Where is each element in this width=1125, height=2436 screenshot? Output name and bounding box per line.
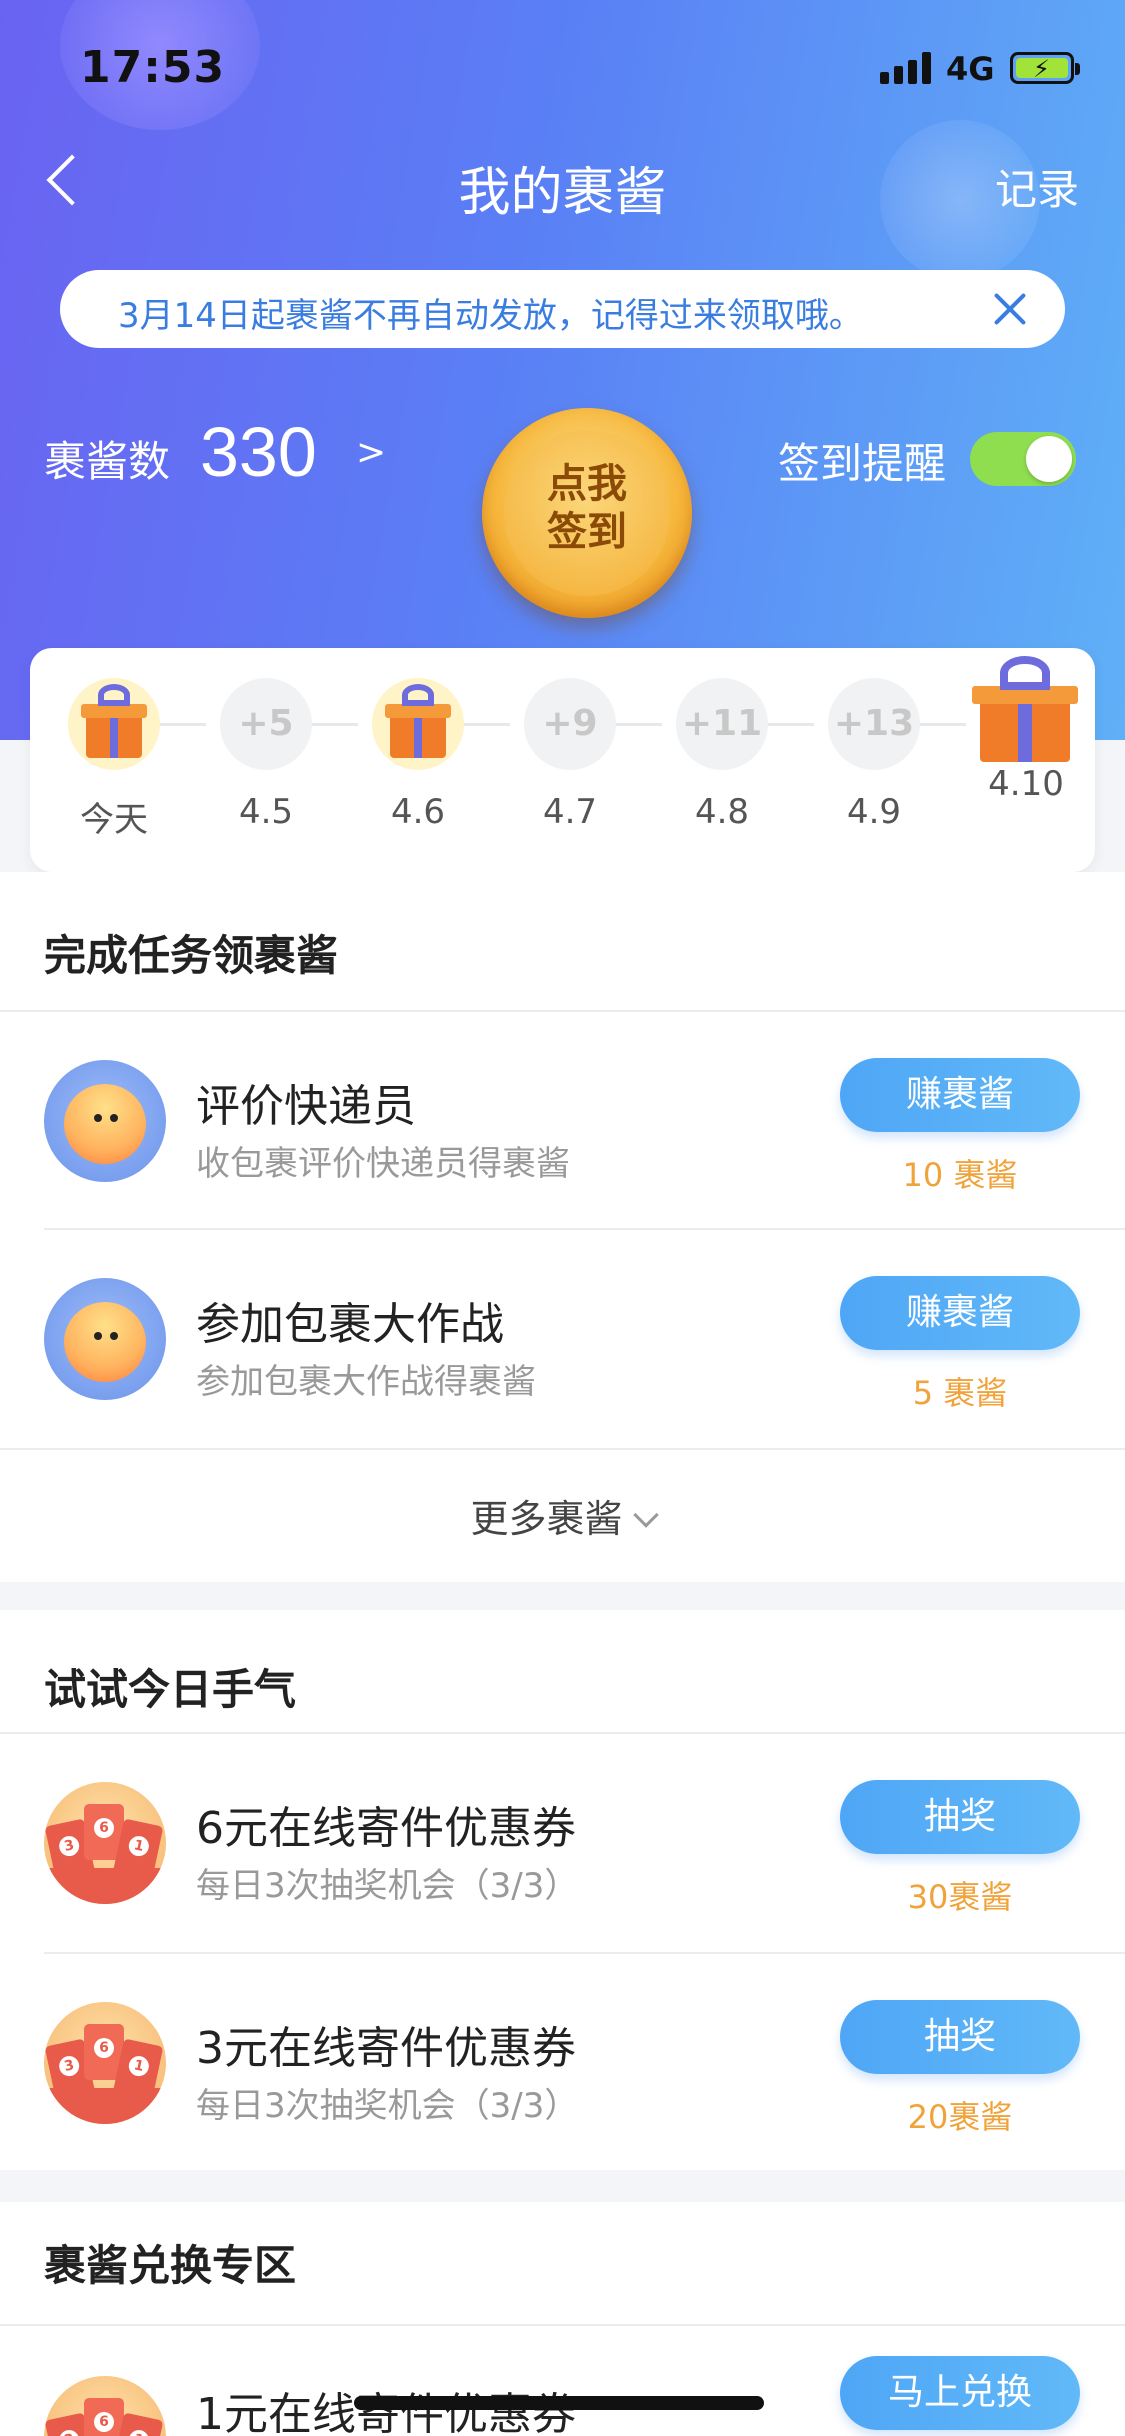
day-bonus: +9 xyxy=(524,678,616,770)
notice-text: 3月14日起裹酱不再自动发放，记得过来领取哦。 xyxy=(118,296,863,336)
points-label: 裹酱数 xyxy=(44,437,171,486)
connector-line xyxy=(768,723,814,726)
reminder-toggle[interactable] xyxy=(970,432,1076,486)
section-title: 完成任务领裹酱 xyxy=(44,931,339,980)
task-reward: 10 裹酱 xyxy=(902,1156,1018,1194)
page-title: 我的裹酱 xyxy=(458,163,667,223)
day-item: +5 4.5 xyxy=(220,678,312,832)
day-label: 4.6 xyxy=(390,792,446,832)
connector-line xyxy=(312,723,358,726)
day-item: 4.10 xyxy=(972,656,1078,828)
earn-button[interactable]: 赚裹酱 xyxy=(840,1058,1080,1132)
connector-line xyxy=(616,723,662,726)
day-item: +9 4.7 xyxy=(524,678,616,832)
task-name: 评价快递员 xyxy=(196,1081,416,1132)
nav-bar: 我的裹酱 记录 xyxy=(0,130,1125,230)
lucky-draw-section: 试试今日手气 3 6 1 6元在线寄件优惠券 每日3次抽奖机会（3/3） 抽奖 … xyxy=(0,1610,1125,2170)
sign-in-button[interactable]: 点我 签到 xyxy=(482,408,692,618)
section-title: 裹酱兑换专区 xyxy=(44,2241,297,2290)
tasks-section: 完成任务领裹酱 评价快递员 收包裹评价快递员得裹酱 赚裹酱 10 裹酱 参加包裹… xyxy=(0,872,1125,1582)
notice-banner: 3月14日起裹酱不再自动发放，记得过来领取哦。 xyxy=(60,270,1065,348)
close-icon[interactable] xyxy=(989,288,1031,330)
big-gift-icon xyxy=(970,650,1080,762)
record-link[interactable]: 记录 xyxy=(995,156,1079,217)
task-desc: 收包裹评价快递员得裹酱 xyxy=(196,1144,570,1184)
day-item: 4.6 xyxy=(372,678,464,832)
section-title: 试试今日手气 xyxy=(44,1665,297,1714)
gift-icon xyxy=(68,678,160,770)
day-label: 4.9 xyxy=(846,792,902,832)
home-indicator[interactable] xyxy=(354,2396,764,2410)
draw-button[interactable]: 抽奖 xyxy=(840,1780,1080,1854)
draw-cost: 20裹酱 xyxy=(907,2098,1013,2136)
connector-line xyxy=(464,723,510,726)
network-type: 4G xyxy=(946,50,995,88)
task-row: 评价快递员 收包裹评价快递员得裹酱 赚裹酱 10 裹酱 xyxy=(0,1012,1125,1232)
exchange-row: 3 6 1 1元在线寄件优惠券 马上兑换 xyxy=(0,2326,1125,2436)
earn-button[interactable]: 赚裹酱 xyxy=(840,1276,1080,1350)
day-label: 4.5 xyxy=(238,792,294,832)
task-reward: 5 裹酱 xyxy=(912,1374,1008,1412)
exchange-button[interactable]: 马上兑换 xyxy=(840,2356,1080,2430)
sign-in-line1: 点我 xyxy=(547,461,627,507)
draw-row: 3 6 1 6元在线寄件优惠券 每日3次抽奖机会（3/3） 抽奖 30裹酱 xyxy=(0,1734,1125,1954)
draw-row: 3 6 1 3元在线寄件优惠券 每日3次抽奖机会（3/3） 抽奖 20裹酱 xyxy=(0,1954,1125,2174)
task-name: 参加包裹大作战 xyxy=(196,1299,504,1350)
toggle-knob xyxy=(1026,436,1072,482)
draw-cost: 30裹酱 xyxy=(907,1878,1013,1916)
status-time: 17:53 xyxy=(80,42,226,93)
day-bonus: +11 xyxy=(676,678,768,770)
chevron-right-icon[interactable]: > xyxy=(356,432,386,473)
prize-desc: 每日3次抽奖机会（3/3） xyxy=(196,2086,579,2126)
mascot-icon xyxy=(44,1278,166,1400)
draw-button[interactable]: 抽奖 xyxy=(840,2000,1080,2074)
day-label: 4.8 xyxy=(694,792,750,832)
connector-line xyxy=(920,723,966,726)
prize-name: 6元在线寄件优惠券 xyxy=(196,1803,576,1854)
day-bonus: +5 xyxy=(220,678,312,770)
day-label: 今天 xyxy=(80,800,148,840)
day-item: +11 4.8 xyxy=(676,678,768,832)
status-bar: 17:53 4G ⚡ xyxy=(0,0,1125,130)
day-item: 今天 xyxy=(68,678,160,840)
battery-icon: ⚡ xyxy=(1010,52,1080,84)
sign-in-line2: 签到 xyxy=(547,509,627,555)
task-desc: 参加包裹大作战得裹酱 xyxy=(196,1362,536,1402)
gift-icon xyxy=(372,678,464,770)
signal-icon xyxy=(880,52,934,84)
coupon-icon: 3 6 1 xyxy=(44,2002,166,2124)
more-label: 更多裹酱 xyxy=(470,1497,623,1541)
mascot-icon xyxy=(44,1060,166,1182)
connector-line xyxy=(160,723,206,726)
coupon-icon: 3 6 1 xyxy=(44,2376,166,2436)
day-label: 4.7 xyxy=(542,792,598,832)
task-row: 参加包裹大作战 参加包裹大作战得裹酱 赚裹酱 5 裹酱 xyxy=(0,1230,1125,1450)
more-button[interactable]: 更多裹酱 xyxy=(0,1450,1125,1582)
points-value[interactable]: 330 xyxy=(200,412,317,492)
prize-desc: 每日3次抽奖机会（3/3） xyxy=(196,1866,579,1906)
day-item: +13 4.9 xyxy=(828,678,920,832)
day-label: 4.10 xyxy=(988,764,1064,804)
coupon-icon: 3 6 1 xyxy=(44,1782,166,1904)
chevron-down-icon xyxy=(632,1502,659,1528)
checkin-calendar: 今天 +5 4.5 4.6 +9 4.7 +11 4.8 +13 4.9 4.1… xyxy=(30,648,1095,872)
prize-name: 3元在线寄件优惠券 xyxy=(196,2023,576,2074)
day-bonus: +13 xyxy=(828,678,920,770)
reminder-label: 签到提醒 xyxy=(778,439,947,488)
